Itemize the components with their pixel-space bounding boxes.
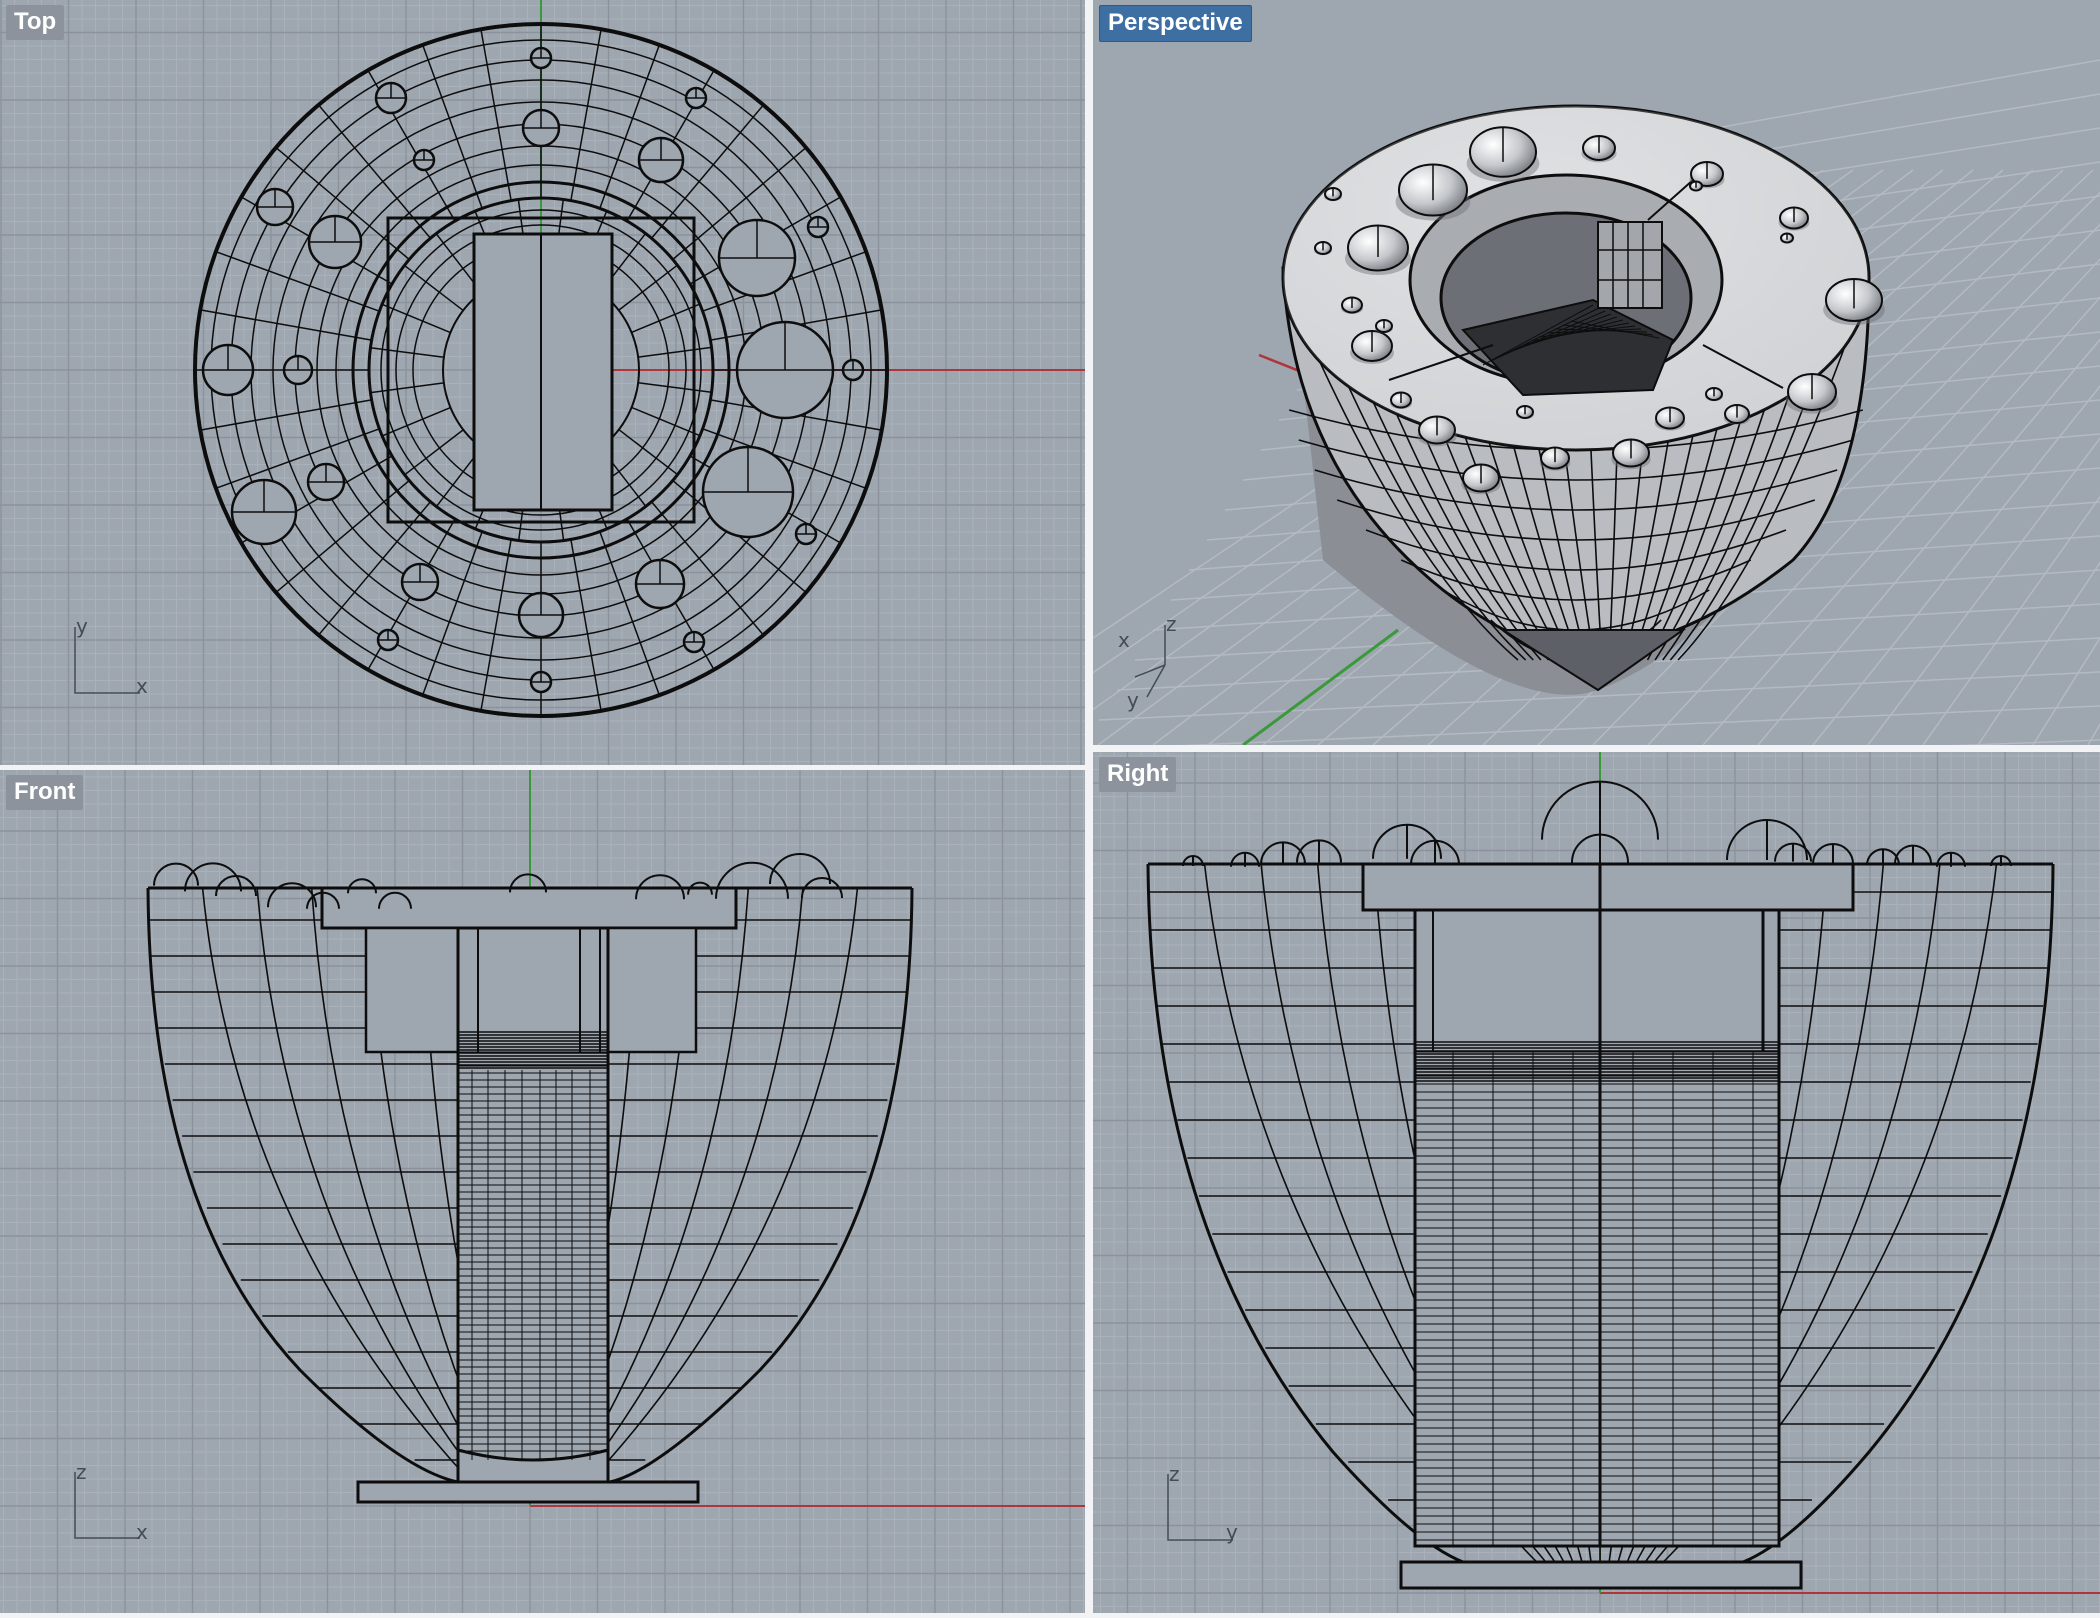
top-view-canvas[interactable] [0,0,1085,765]
front-view-canvas[interactable] [0,770,1085,1613]
axis-label-z: z [1166,612,1177,636]
axis-label-z: z [76,1460,87,1484]
viewport-front[interactable]: Front z x [0,770,1085,1613]
perspective-view-canvas[interactable] [1093,0,2100,745]
viewport-tab-perspective[interactable]: Perspective [1099,5,1252,42]
axis-label-y: y [76,614,88,638]
y-axis-line [1242,628,1399,745]
viewport-tab-top[interactable]: Top [6,5,65,40]
right-view-canvas[interactable] [1093,752,2100,1613]
viewport-tab-right[interactable]: Right [1099,757,1177,792]
viewport-tab-front[interactable]: Front [6,775,84,810]
axis-label-x: x [1118,628,1130,652]
perspective-object [1281,104,1885,695]
axis-label-y: y [1127,688,1139,712]
front-wireframe [146,853,914,1504]
axis-label-z: z [1169,1462,1180,1486]
right-wireframe [1146,780,2055,1590]
axis-label-x: x [136,674,148,698]
viewport-perspective[interactable]: Perspective x z y [1093,0,2100,745]
viewport-right[interactable]: Right z y [1093,752,2100,1613]
top-wireframe [193,22,889,718]
axis-label-x: x [136,1520,148,1544]
axis-label-y: y [1226,1520,1238,1544]
viewport-top[interactable]: Top y x [0,0,1085,765]
